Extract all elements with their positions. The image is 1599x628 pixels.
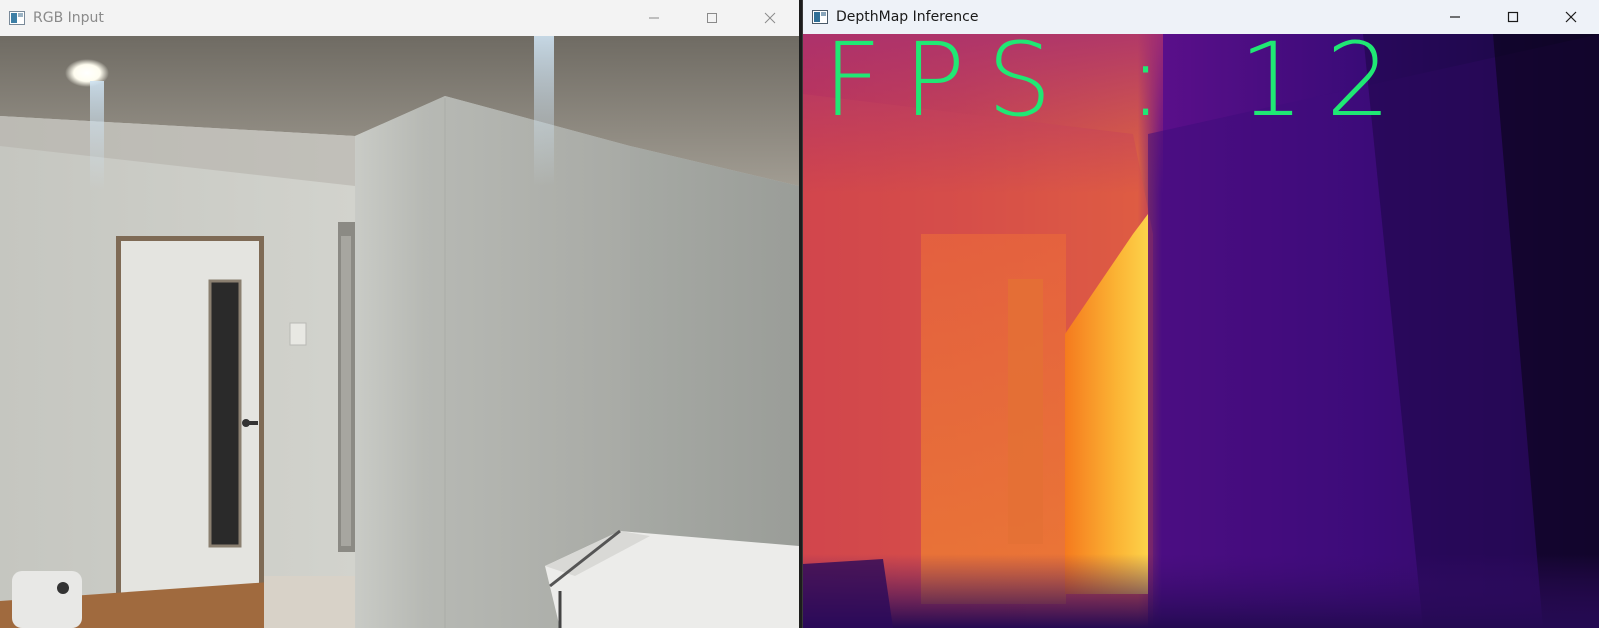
minimize-icon: [649, 17, 659, 19]
rgb-window-title: RGB Input: [33, 10, 104, 26]
maximize-button[interactable]: [683, 0, 741, 36]
minimize-button[interactable]: [1426, 0, 1484, 34]
rgb-camera-image: [0, 36, 799, 628]
window-app-icon: [9, 11, 25, 25]
maximize-button[interactable]: [1484, 0, 1542, 34]
minimize-button[interactable]: [625, 0, 683, 36]
fps-overlay-text: FPS : 12: [823, 21, 1413, 140]
rgb-input-window[interactable]: RGB Input: [0, 0, 799, 628]
maximize-icon: [1507, 11, 1519, 23]
close-icon: [1565, 11, 1577, 23]
close-icon: [764, 12, 776, 24]
close-button[interactable]: [741, 0, 799, 36]
rgb-camera-feed: [0, 36, 799, 628]
maximize-icon: [707, 13, 717, 23]
depth-map-feed: FPS : 12: [803, 30, 1599, 628]
minimize-icon: [1450, 16, 1460, 18]
depthmap-inference-window[interactable]: DepthMap Inference FPS: 12: [802, 0, 1599, 628]
close-button[interactable]: [1542, 0, 1599, 34]
rgb-window-titlebar[interactable]: RGB Input: [0, 0, 799, 36]
